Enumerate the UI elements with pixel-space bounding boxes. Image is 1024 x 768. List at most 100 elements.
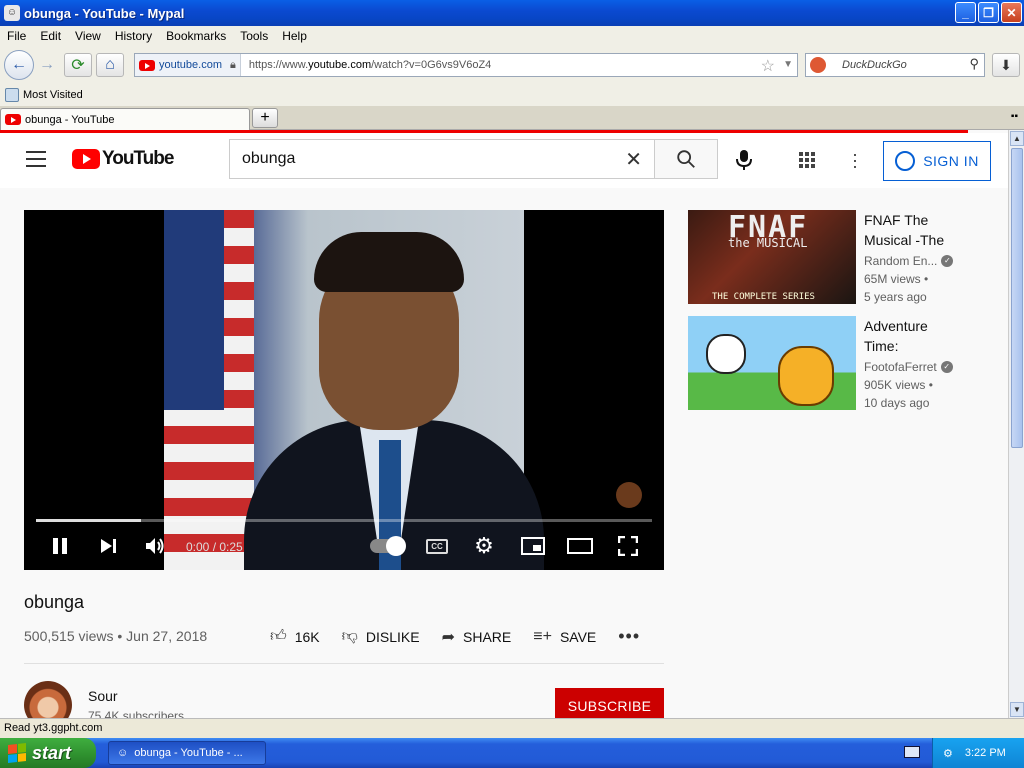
autoplay-toggle[interactable] [370, 536, 406, 556]
verified-check-icon: ✓ [940, 361, 953, 373]
menu-edit[interactable]: Edit [33, 29, 68, 43]
youtube-search-button[interactable] [654, 139, 718, 179]
search-bar[interactable]: DuckDuckGo ⚲ [805, 53, 985, 77]
youtube-search-input[interactable]: obunga ✕ [229, 139, 655, 179]
most-visited-link[interactable]: Most Visited [23, 89, 83, 101]
close-button[interactable]: ✕ [1001, 2, 1022, 23]
recommendation-channel[interactable]: FootofaFerret ✓ [864, 360, 953, 374]
youtube-header: YouTube obunga ✕ · · · SIGN IN [0, 133, 1008, 188]
maximize-button[interactable]: ❐ [978, 2, 999, 23]
clock[interactable]: 3:22 PM [965, 747, 1006, 759]
menu-bookmarks[interactable]: Bookmarks [159, 29, 233, 43]
channel-watermark[interactable] [616, 482, 642, 508]
recommendation-title[interactable]: FNAF The Musical -The [864, 210, 974, 250]
scrollbar-thumb[interactable] [1011, 148, 1023, 448]
arrow-right-icon: → [39, 56, 55, 73]
minimize-button[interactable]: _ [955, 2, 976, 23]
menu-view[interactable]: View [68, 29, 108, 43]
search-icon[interactable]: ⚲ [969, 56, 979, 72]
share-icon: ➦ [441, 628, 456, 646]
chevron-down-icon[interactable]: ▼ [783, 59, 793, 70]
playlist-add-icon: ≡+ [533, 627, 552, 645]
tab-obunga[interactable]: obunga - YouTube [0, 108, 250, 130]
downloads-button[interactable]: ⬇ [992, 53, 1020, 77]
start-button[interactable]: start [0, 738, 96, 768]
menu-tools[interactable]: Tools [233, 29, 275, 43]
search-query: obunga [242, 150, 296, 167]
forward-button[interactable]: → [34, 52, 60, 78]
more-vert-icon[interactable]: · · · [852, 145, 858, 175]
address-bar[interactable]: youtube.com 🔒︎ https://www.youtube.com/w… [134, 53, 798, 77]
like-button[interactable]: 👍︎ 16K [270, 627, 320, 646]
browser-app-icon: ☺ [117, 747, 129, 759]
volume-button[interactable] [142, 532, 168, 560]
page-viewport: YouTube obunga ✕ · · · SIGN IN 0:00 / 0:… [0, 130, 1008, 718]
site-identity[interactable]: youtube.com 🔒︎ [135, 54, 241, 76]
apps-grid-icon[interactable] [799, 152, 815, 168]
video-frame [164, 210, 544, 570]
miniplayer-button[interactable] [520, 532, 546, 560]
clear-search-icon[interactable]: ✕ [625, 147, 642, 172]
theater-mode-button[interactable] [567, 532, 593, 560]
network-icon[interactable]: ⚙ [943, 747, 953, 760]
bookmark-folder-icon [5, 88, 19, 102]
channel-avatar[interactable] [24, 681, 72, 718]
recommendation-title[interactable]: Adventure Time: [864, 316, 974, 356]
recommendation-age: 10 days ago [864, 396, 930, 410]
verified-check-icon: ✓ [941, 255, 954, 267]
microphone-icon[interactable] [734, 149, 754, 171]
share-button[interactable]: ➦ SHARE [442, 627, 512, 647]
hamburger-menu-icon[interactable] [26, 151, 46, 172]
subscribe-button[interactable]: SUBSCRIBE [555, 688, 664, 718]
save-label: SAVE [559, 628, 597, 645]
site-chip-label: youtube.com [159, 59, 222, 71]
menu-history[interactable]: History [108, 29, 159, 43]
start-label: start [32, 742, 72, 763]
video-player[interactable]: 0:00 / 0:25 CC ⚙ [24, 210, 664, 570]
video-thumbnail[interactable] [688, 316, 856, 410]
reload-button[interactable]: ⟳ [64, 53, 92, 77]
miniplayer-icon [521, 537, 545, 555]
keyboard-icon[interactable] [904, 746, 920, 758]
recommendation-item[interactable]: Adventure Time: FootofaFerret ✓ 905K views… [688, 316, 988, 410]
subtitles-button[interactable]: CC [426, 539, 448, 554]
windows-logo-icon [8, 743, 26, 763]
scroll-down-icon[interactable]: ▼ [1010, 702, 1024, 717]
home-button[interactable]: ⌂ [96, 53, 124, 77]
menu-file[interactable]: File [0, 29, 33, 43]
duckduckgo-icon[interactable] [810, 57, 826, 73]
channel-name[interactable]: Sour [88, 688, 118, 704]
system-tray: ⚙ 3:22 PM [932, 738, 1024, 768]
youtube-logo[interactable]: YouTube [72, 148, 174, 170]
pause-icon [53, 538, 67, 554]
page-scrollbar[interactable]: ▲ ▼ [1008, 130, 1024, 718]
back-button[interactable]: ← [4, 50, 34, 80]
url-text[interactable]: https://www.youtube.com/watch?v=0G6vs9V6… [249, 59, 491, 71]
recommendation-channel[interactable]: Random En... ✓ [864, 254, 954, 268]
seek-bar[interactable] [36, 519, 652, 522]
pause-button[interactable] [48, 532, 72, 560]
dislike-button[interactable]: 👎︎ DISLIKE [342, 627, 420, 646]
recommendation-item[interactable]: FNAF the MUSICAL THE COMPLETE SERIES FNA… [688, 210, 988, 304]
like-count: 16K [294, 628, 320, 645]
sign-in-button[interactable]: SIGN IN [883, 141, 991, 181]
settings-button[interactable]: ⚙ [472, 532, 496, 560]
youtube-favicon-icon [5, 114, 21, 125]
browser-app-icon: ☺ [4, 5, 20, 21]
reload-icon: ⟳ [71, 57, 85, 74]
recommendation-views: 65M views • [864, 272, 929, 286]
save-button[interactable]: ≡+ SAVE [533, 628, 596, 646]
video-meta: 500,515 views • Jun 27, 2018 [24, 628, 208, 644]
menu-help[interactable]: Help [275, 29, 314, 43]
bookmark-star-icon[interactable]: ☆ [761, 56, 775, 76]
next-button[interactable] [96, 532, 120, 560]
tab-list-icon[interactable]: ▪▪ [1011, 111, 1018, 122]
more-horiz-icon[interactable]: ••• [618, 626, 640, 647]
scroll-up-icon[interactable]: ▲ [1010, 131, 1024, 146]
new-tab-button[interactable]: + [252, 108, 278, 128]
taskbar-item-browser[interactable]: ☺ obunga - YouTube - ... [108, 741, 266, 765]
youtube-play-logo-icon [72, 149, 100, 169]
video-thumbnail[interactable]: FNAF the MUSICAL THE COMPLETE SERIES [688, 210, 856, 304]
bookmarks-toolbar: Most Visited [0, 84, 1024, 106]
fullscreen-button[interactable] [616, 532, 640, 560]
